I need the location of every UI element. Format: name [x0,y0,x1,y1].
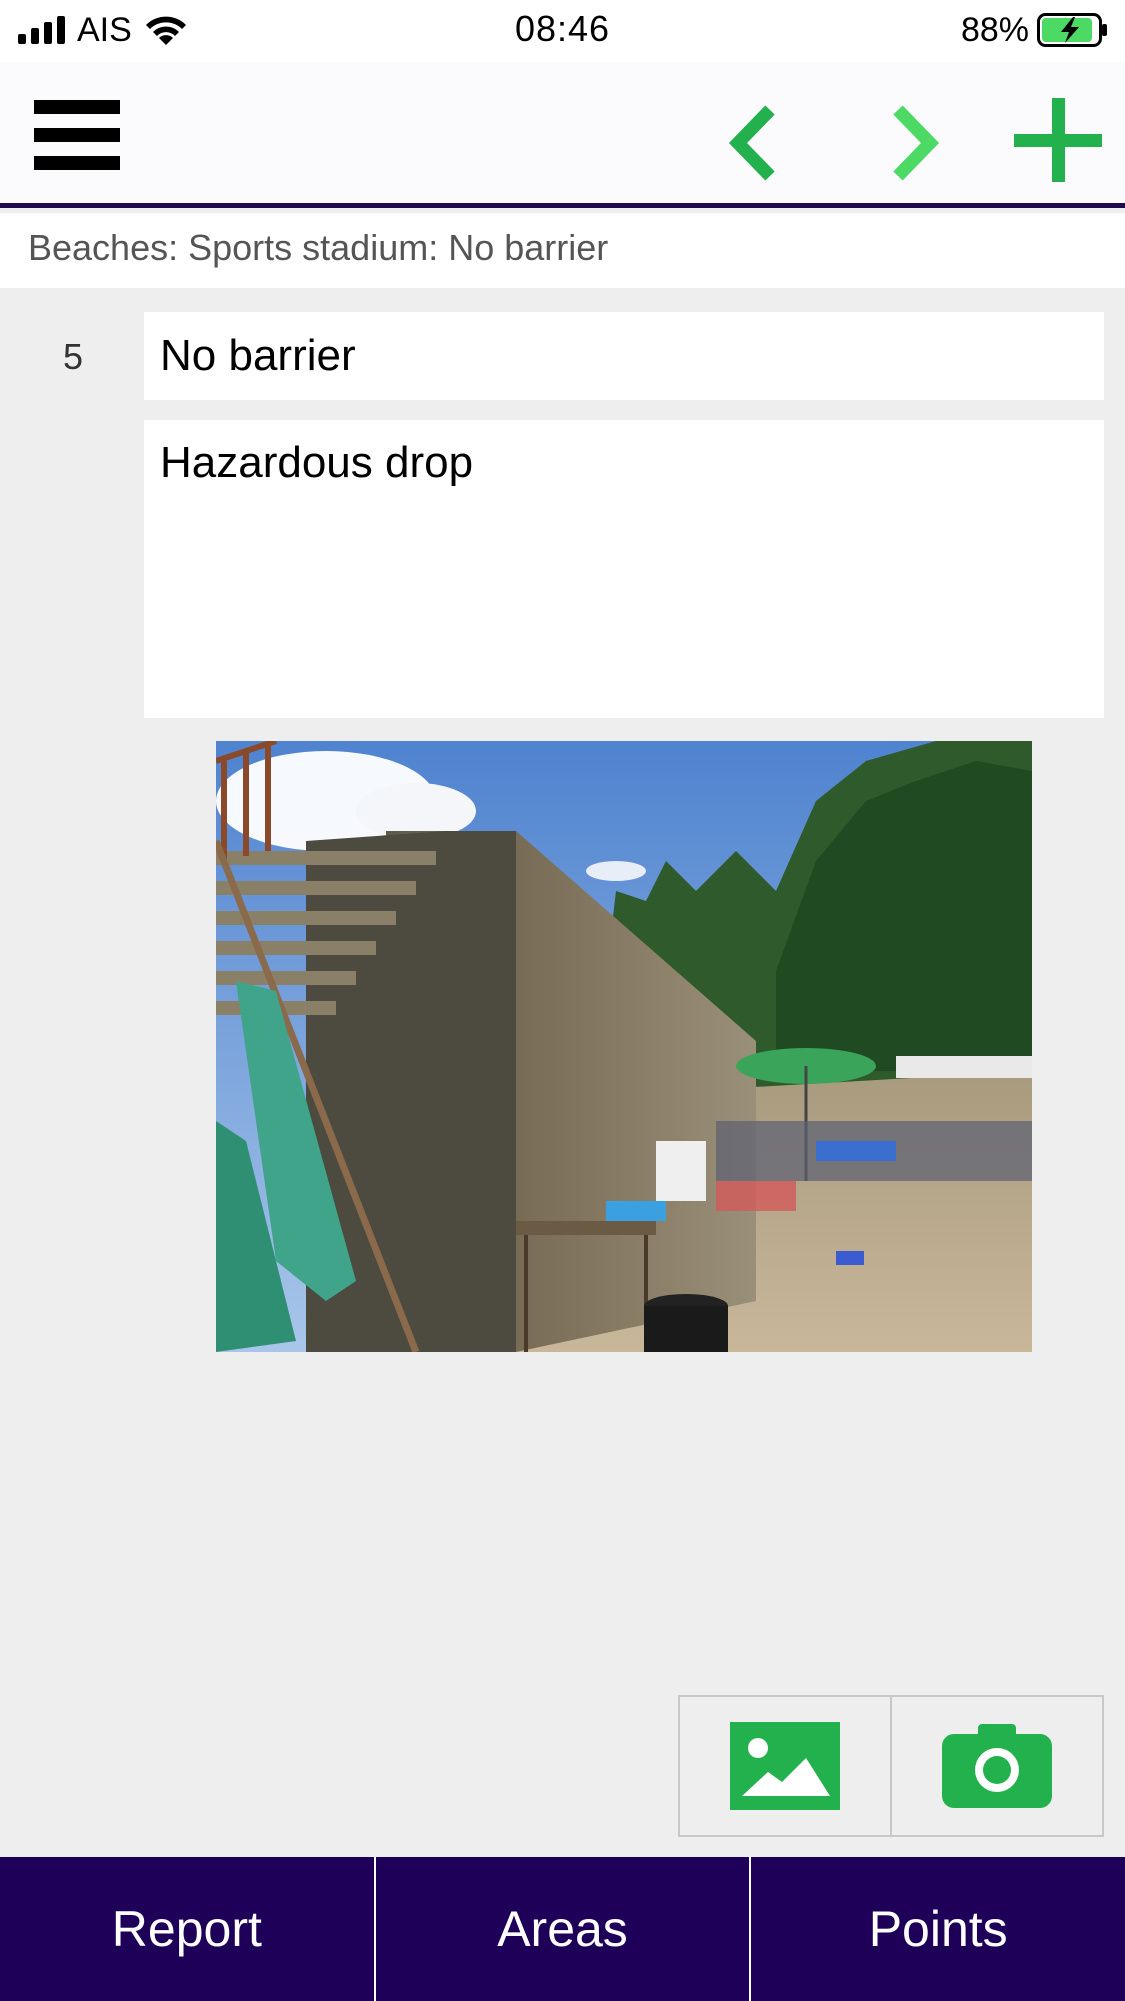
plus-icon[interactable] [1014,98,1104,188]
chevron-left-icon[interactable] [712,98,802,188]
item-number: 5 [62,336,84,377]
status-bar: AIS 08:46 88% [0,0,1125,62]
media-actions [678,1695,1104,1837]
attached-photo[interactable] [216,741,1032,1352]
gallery-button[interactable] [680,1697,890,1835]
description-field[interactable]: Hazardous drop [144,420,1104,718]
top-toolbar [0,62,1125,208]
camera-button[interactable] [890,1697,1102,1835]
breadcrumb: Beaches: Sports stadium: No barrier [0,213,1125,288]
battery-charging-icon [1037,13,1107,47]
tab-areas[interactable]: Areas [373,1857,750,2001]
image-gallery-icon [730,1722,840,1810]
chevron-right-icon[interactable] [866,98,956,188]
photo-image [216,741,1032,1352]
tab-points[interactable]: Points [749,1857,1125,2001]
tab-report[interactable]: Report [0,1857,374,2001]
status-time: 08:46 [514,8,611,49]
hamburger-menu-icon[interactable] [34,100,120,182]
status-right: 88% [961,8,1109,52]
camera-icon [942,1724,1052,1808]
title-field[interactable]: No barrier [144,312,1104,400]
bottom-tab-bar: Report Areas Points [0,1857,1125,2001]
battery-percent: 88% [960,10,1029,49]
